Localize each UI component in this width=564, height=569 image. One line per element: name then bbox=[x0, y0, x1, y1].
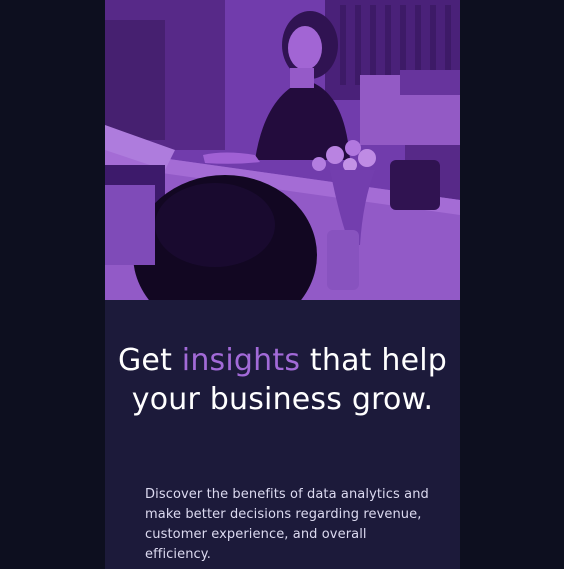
page: Get insights that help your business gro… bbox=[0, 0, 564, 569]
feature-card: Get insights that help your business gro… bbox=[105, 0, 460, 569]
hero-photo bbox=[105, 0, 460, 300]
card-content: Get insights that help your business gro… bbox=[105, 300, 460, 569]
hero-purple-tint bbox=[105, 0, 460, 300]
headline-part-1: Get bbox=[117, 343, 182, 378]
description: Discover the benefits of data analytics … bbox=[145, 487, 429, 562]
headline: Get insights that help your business gro… bbox=[105, 341, 460, 419]
headline-highlight: insights bbox=[181, 343, 301, 378]
